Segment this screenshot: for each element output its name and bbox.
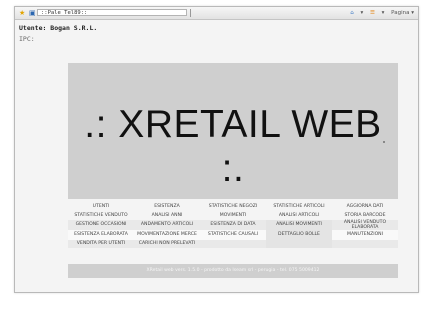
menu-item[interactable]: Carichi non prelevati (134, 240, 200, 248)
menu-item[interactable]: Esistenza elaborata (68, 230, 134, 240)
main-menu: Utenti Esistenza Statistiche negozi Stat… (68, 202, 398, 248)
menu-item-empty (332, 240, 398, 248)
menu-item[interactable]: Analisi venduto elaborata (332, 220, 398, 230)
menu-item[interactable]: Analisi articoli (266, 211, 332, 220)
tab-divider (190, 9, 191, 17)
menu-item[interactable]: Movimentazione merce (134, 230, 200, 240)
menu-item[interactable]: Statistiche causali (200, 230, 266, 240)
browser-tab[interactable]: ::Pale Tel89:: (37, 9, 187, 16)
footer-credits: XRetail web vers. 1.5.0 - prodotto da Is… (68, 264, 398, 278)
menu-item-empty (266, 240, 332, 248)
menu-item[interactable]: Aggiorna dati (332, 202, 398, 211)
menu-item[interactable]: Dettaglio bolle (266, 230, 332, 240)
menu-item[interactable]: Gestione occasioni (68, 220, 134, 230)
menu-item[interactable]: Esistenza (134, 202, 200, 211)
logo-panel: .: XRETAIL WEB :. (68, 63, 398, 199)
menu-item[interactable]: Andamento articoli (134, 220, 200, 230)
menu-item[interactable]: Manutenzioni (332, 230, 398, 240)
ip-text: IPC: (19, 35, 35, 43)
page-icon: ▣ (29, 9, 36, 17)
menu-item[interactable]: Analisi anni (134, 211, 200, 220)
menu-item[interactable]: Analisi movimenti (266, 220, 332, 230)
menu-item-empty (200, 240, 266, 248)
page-menu-button[interactable]: Pagina ▾ (391, 10, 414, 16)
menu-item[interactable]: Statistiche articoli (266, 202, 332, 211)
app-logo-title: .: XRETAIL WEB :. (84, 103, 382, 190)
feeds-icon[interactable]: ☰ (370, 10, 375, 16)
menu-item[interactable]: Movimenti (200, 211, 266, 220)
menu-item[interactable]: Esistenza di data (200, 220, 266, 230)
favorites-star-icon[interactable]: ★ (19, 9, 25, 17)
browser-toolbar: ★ ▣ ::Pale Tel89:: ⌂ ▾ ☰ ▾ Pagina ▾ (15, 7, 418, 20)
mouse-cursor (383, 141, 385, 143)
browser-window: ★ ▣ ::Pale Tel89:: ⌂ ▾ ☰ ▾ Pagina ▾ Uten… (14, 6, 419, 293)
print-dropdown-icon[interactable]: ▾ (382, 10, 385, 16)
menu-item[interactable]: Statistiche negozi (200, 202, 266, 211)
menu-item[interactable]: Vendita per utenti (68, 240, 134, 248)
menu-item[interactable]: Utenti (68, 202, 134, 211)
menu-item[interactable]: Statistiche venduto (68, 211, 134, 220)
home-icon[interactable]: ⌂ (350, 10, 354, 16)
command-bar: ⌂ ▾ ☰ ▾ Pagina ▾ (345, 9, 414, 17)
home-dropdown-icon[interactable]: ▾ (360, 10, 363, 16)
welcome-text: Utente: Bogan S.R.L. (19, 24, 98, 32)
menu-item[interactable]: Storia barcode (332, 211, 398, 220)
